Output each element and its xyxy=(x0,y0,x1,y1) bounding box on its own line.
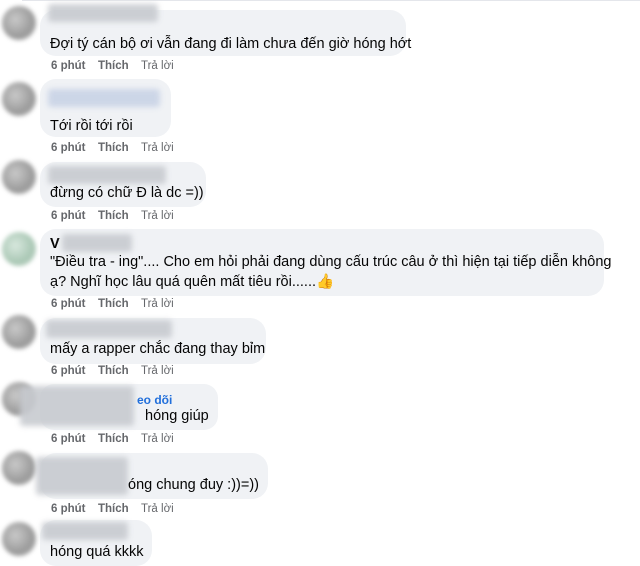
comment-text-line2: ạ? Nghĩ học lâu quá quên mất tiêu rồi...… xyxy=(50,274,335,290)
commenter-name[interactable] xyxy=(42,522,128,540)
avatar[interactable] xyxy=(2,232,36,266)
comment-time[interactable]: 6 phút xyxy=(51,365,86,377)
comment-text: hóng quá kkkk xyxy=(50,544,144,560)
avatar[interactable] xyxy=(2,315,36,349)
divider xyxy=(22,0,640,1)
comment-time[interactable]: 6 phút xyxy=(51,210,86,222)
like-button[interactable]: Thích xyxy=(98,210,129,222)
like-button[interactable]: Thích xyxy=(98,433,129,445)
avatar[interactable] xyxy=(2,160,36,194)
comment-time[interactable]: 6 phút xyxy=(51,433,86,445)
reply-button[interactable]: Trả lời xyxy=(141,298,174,310)
comment-bubble: đừng có chữ Đ là dc =)) xyxy=(40,162,206,207)
comment-time[interactable]: 6 phút xyxy=(51,298,86,310)
reply-button[interactable]: Trả lời xyxy=(141,142,174,154)
comment-time[interactable]: 6 phút xyxy=(51,503,86,515)
avatar[interactable] xyxy=(2,6,36,40)
commenter-name[interactable] xyxy=(46,320,172,338)
like-button[interactable]: Thích xyxy=(98,60,129,72)
comment-text-line1: "Điều tra - ing".... Cho em hỏi phải đan… xyxy=(50,254,612,270)
commenter-name[interactable] xyxy=(48,166,166,184)
comment-bubble: eo dõi hóng giúp xyxy=(20,384,218,430)
reply-button[interactable]: Trả lời xyxy=(141,365,174,377)
like-button[interactable]: Thích xyxy=(98,365,129,377)
reply-button[interactable]: Trả lời xyxy=(141,503,174,515)
avatar[interactable] xyxy=(2,82,36,116)
comment-text: óng chung đuy :))=)) xyxy=(128,477,259,493)
like-button[interactable]: Thích xyxy=(98,142,129,154)
comment-text: hóng giúp xyxy=(145,408,209,424)
commenter-name[interactable] xyxy=(48,4,158,22)
comment-text: Đợi tý cán bộ ơi vẫn đang đi làm chưa đế… xyxy=(50,36,412,52)
commenter-name[interactable] xyxy=(48,89,160,107)
comment-time[interactable]: 6 phút xyxy=(51,60,86,72)
comment-time[interactable]: 6 phút xyxy=(51,142,86,154)
avatar[interactable] xyxy=(2,522,36,556)
like-button[interactable]: Thích xyxy=(98,298,129,310)
comment-bubble: hóng quá kkkk xyxy=(40,520,152,566)
comment-bubble: óng chung đuy :))=)) xyxy=(36,453,268,499)
comment-bubble: V "Điều tra - ing".... Cho em hỏi phải đ… xyxy=(40,229,611,296)
comment-text: đừng có chữ Đ là dc =)) xyxy=(50,185,204,201)
commenter-name[interactable] xyxy=(36,457,128,495)
like-button[interactable]: Thích xyxy=(98,503,129,515)
reply-button[interactable]: Trả lời xyxy=(141,210,174,222)
comment-bubble: mấy a rapper chắc đang thay bỉm xyxy=(40,318,266,364)
comment-text: Tới rồi tới rồi xyxy=(50,118,133,134)
avatar[interactable] xyxy=(2,451,36,485)
reply-button[interactable]: Trả lời xyxy=(141,433,174,445)
reply-button[interactable]: Trả lời xyxy=(141,60,174,72)
comment-bubble: Đợi tý cán bộ ơi vẫn đang đi làm chưa đế… xyxy=(40,4,411,56)
comment-bubble: Tới rồi tới rồi xyxy=(40,79,171,137)
commenter-name[interactable] xyxy=(62,234,132,252)
comment-text: mấy a rapper chắc đang thay bỉm xyxy=(50,341,266,357)
commenter-name-initial[interactable]: V xyxy=(50,234,60,254)
commenter-name[interactable] xyxy=(20,386,134,426)
